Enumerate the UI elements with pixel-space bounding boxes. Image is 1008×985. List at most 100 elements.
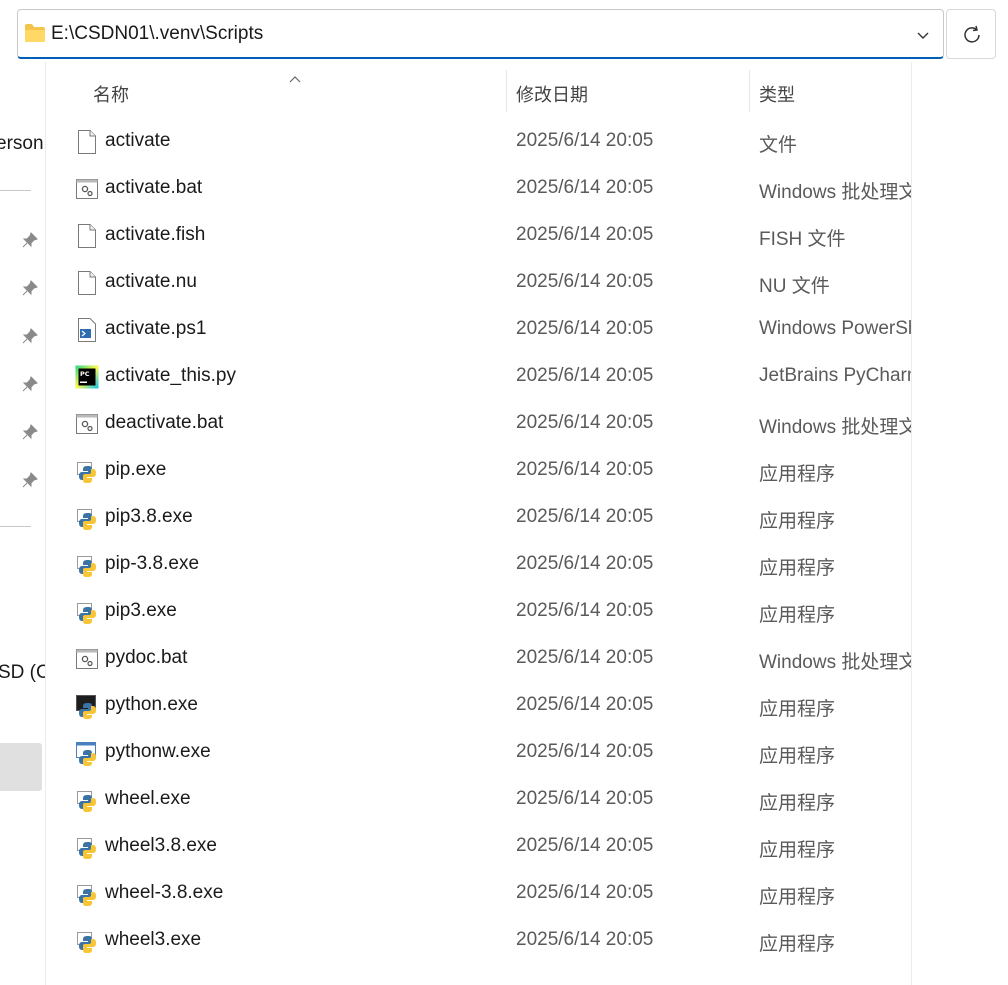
nav-item-drive[interactable]: SD (C [0, 662, 45, 684]
file-row[interactable]: python.exe 2025/6/14 20:05 应用程序 [46, 682, 911, 729]
svg-text:PC: PC [80, 370, 90, 378]
file-type: Windows PowerShell [759, 318, 911, 339]
file-row[interactable]: pythonw.exe 2025/6/14 20:05 应用程序 [46, 729, 911, 776]
file-row[interactable]: pip3.8.exe 2025/6/14 20:05 应用程序 [46, 494, 911, 541]
nav-separator [0, 190, 31, 191]
file-row[interactable]: wheel-3.8.exe 2025/6/14 20:05 应用程序 [46, 870, 911, 917]
file-modified-date: 2025/6/14 20:05 [516, 412, 654, 433]
sort-ascending-icon [289, 70, 301, 88]
file-row[interactable]: wheel.exe 2025/6/14 20:05 应用程序 [46, 776, 911, 823]
file-name[interactable]: activate.bat [105, 177, 202, 199]
file-type: 应用程序 [759, 793, 836, 814]
file-modified-date: 2025/6/14 20:05 [516, 506, 654, 527]
pycharm-icon: PC [75, 364, 99, 390]
file-type: Windows 批处理文件 [759, 182, 911, 203]
file-modified-date: 2025/6/14 20:05 [516, 365, 654, 386]
file-row[interactable]: pydoc.bat 2025/6/14 20:05 Windows 批处理文件 [46, 635, 911, 682]
nav-item-personal[interactable]: erson [0, 133, 44, 155]
file-type: 应用程序 [759, 934, 836, 955]
batch-file-icon [75, 176, 99, 202]
file-modified-date: 2025/6/14 20:05 [516, 600, 654, 621]
file-name[interactable]: wheel-3.8.exe [105, 882, 223, 904]
file-name[interactable]: activate.nu [105, 271, 197, 293]
chevron-down-icon[interactable] [915, 27, 931, 43]
file-name[interactable]: python.exe [105, 694, 198, 716]
file-row[interactable]: pip3.exe 2025/6/14 20:05 应用程序 [46, 588, 911, 635]
pin-icon [22, 280, 38, 296]
file-row[interactable]: pip.exe 2025/6/14 20:05 应用程序 [46, 447, 911, 494]
python-window-icon [75, 740, 99, 766]
file-modified-date: 2025/6/14 20:05 [516, 459, 654, 480]
file-list: 名称 修改日期 类型 activate 2025/6/14 20:05 文件 acti… [46, 62, 911, 985]
column-divider[interactable] [506, 70, 507, 112]
pin-icon [22, 328, 38, 344]
address-bar[interactable]: E:\CSDN01\.venv\Scripts [17, 9, 944, 59]
file-row[interactable]: activate.bat 2025/6/14 20:05 Windows 批处理文件 [46, 165, 911, 212]
column-header-row: 名称 修改日期 类型 [46, 62, 911, 122]
file-type: 应用程序 [759, 746, 836, 767]
file-row[interactable]: pip-3.8.exe 2025/6/14 20:05 应用程序 [46, 541, 911, 588]
file-modified-date: 2025/6/14 20:05 [516, 318, 654, 339]
file-type: Windows 批处理文件 [759, 417, 911, 438]
file-name[interactable]: pip3.exe [105, 600, 177, 622]
address-path[interactable]: E:\CSDN01\.venv\Scripts [51, 23, 263, 45]
file-name[interactable]: activate.ps1 [105, 318, 206, 340]
file-type: 应用程序 [759, 464, 836, 485]
file-modified-date: 2025/6/14 20:05 [516, 741, 654, 762]
file-modified-date: 2025/6/14 20:05 [516, 694, 654, 715]
file-modified-date: 2025/6/14 20:05 [516, 788, 654, 809]
file-name[interactable]: wheel3.8.exe [105, 835, 217, 857]
file-type: 文件 [759, 135, 798, 156]
blank-file-icon [75, 129, 99, 155]
file-modified-date: 2025/6/14 20:05 [516, 130, 654, 151]
file-name[interactable]: pydoc.bat [105, 647, 187, 669]
pin-icon [22, 472, 38, 488]
file-type: FISH 文件 [759, 229, 846, 250]
file-name[interactable]: pip-3.8.exe [105, 553, 199, 575]
file-name[interactable]: wheel.exe [105, 788, 191, 810]
file-name[interactable]: pip.exe [105, 459, 166, 481]
file-row[interactable]: wheel3.exe 2025/6/14 20:05 应用程序 [46, 917, 911, 964]
nav-item-selected[interactable] [0, 743, 42, 791]
file-row[interactable]: activate 2025/6/14 20:05 文件 [46, 118, 911, 165]
pane-divider [911, 62, 912, 985]
file-modified-date: 2025/6/14 20:05 [516, 929, 654, 950]
refresh-button[interactable] [946, 9, 996, 59]
file-row[interactable]: wheel3.8.exe 2025/6/14 20:05 应用程序 [46, 823, 911, 870]
file-type: NU 文件 [759, 276, 830, 297]
file-type: 应用程序 [759, 887, 836, 908]
file-modified-date: 2025/6/14 20:05 [516, 224, 654, 245]
file-row[interactable]: activate.ps1 2025/6/14 20:05 Windows Power… [46, 306, 911, 353]
python-exe-icon [75, 787, 99, 813]
file-modified-date: 2025/6/14 20:05 [516, 177, 654, 198]
column-header-type[interactable]: 类型 [759, 81, 795, 107]
python-exe-icon [75, 834, 99, 860]
python-exe-icon [75, 505, 99, 531]
column-divider[interactable] [749, 70, 750, 112]
file-name[interactable]: pythonw.exe [105, 741, 211, 763]
python-exe-icon [75, 928, 99, 954]
file-row[interactable]: deactivate.bat 2025/6/14 20:05 Windows 批处理… [46, 400, 911, 447]
batch-file-icon [75, 411, 99, 437]
file-name[interactable]: wheel3.exe [105, 929, 201, 951]
file-name[interactable]: deactivate.bat [105, 412, 223, 434]
pin-icon [22, 424, 38, 440]
navigation-pane: erson SD (C [0, 62, 45, 985]
file-name[interactable]: activate.fish [105, 224, 205, 246]
file-row[interactable]: PC activate_this.py 2025/6/14 20:05 JetBrai… [46, 353, 911, 400]
folder-icon [24, 23, 46, 48]
file-name[interactable]: activate [105, 130, 170, 152]
file-type: 应用程序 [759, 699, 836, 720]
pin-icon [22, 232, 38, 248]
file-name[interactable]: pip3.8.exe [105, 506, 193, 528]
python-exe-icon [75, 599, 99, 625]
file-name[interactable]: activate_this.py [105, 365, 236, 387]
blank-file-icon [75, 270, 99, 296]
python-exe-icon [75, 458, 99, 484]
file-modified-date: 2025/6/14 20:05 [516, 553, 654, 574]
column-header-date[interactable]: 修改日期 [516, 81, 588, 107]
file-type: JetBrains PyCharm [759, 365, 911, 386]
file-row[interactable]: activate.nu 2025/6/14 20:05 NU 文件 [46, 259, 911, 306]
column-header-name[interactable]: 名称 [93, 81, 129, 107]
file-row[interactable]: activate.fish 2025/6/14 20:05 FISH 文件 [46, 212, 911, 259]
